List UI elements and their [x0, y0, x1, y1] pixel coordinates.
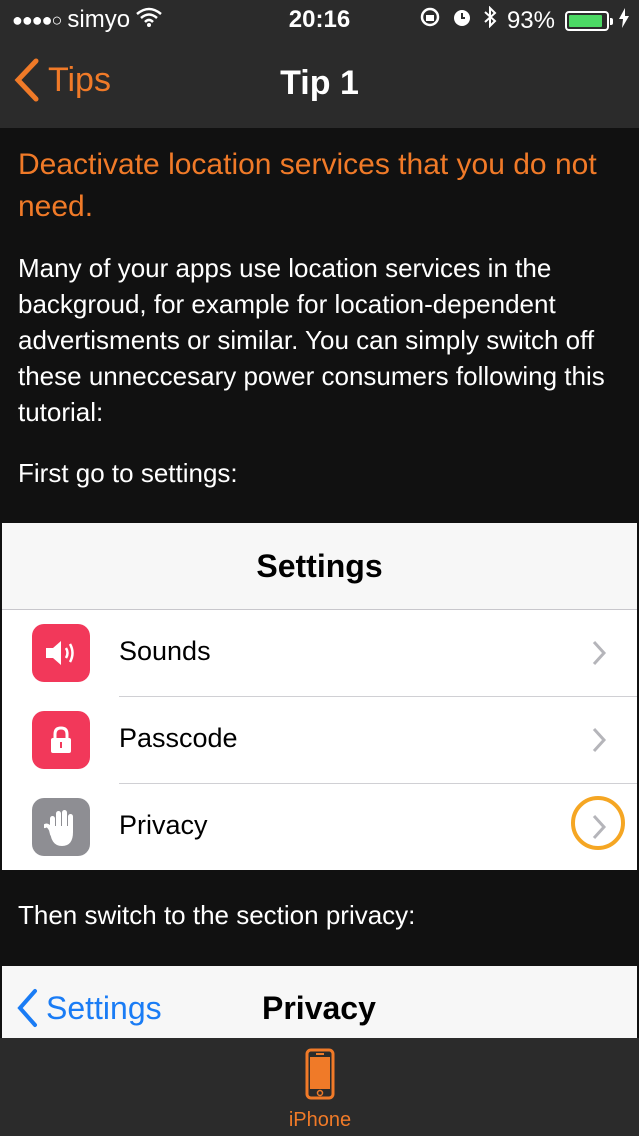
iphone-icon [305, 1048, 335, 1100]
charging-icon [619, 7, 629, 35]
rotation-lock-icon [419, 6, 441, 35]
settings-screenshot: Settings Sounds Passcode Privacy [2, 523, 637, 870]
chevron-left-icon [17, 989, 37, 1027]
battery-percent: 93% [506, 6, 555, 34]
settings-header: Settings [2, 523, 637, 610]
battery-fill [569, 14, 603, 27]
tab-bar: iPhone [0, 1038, 639, 1136]
step-first-go-to-settings: First go to settings: [18, 458, 238, 488]
settings-row-sounds: Sounds [2, 610, 637, 697]
alarm-icon [451, 6, 473, 35]
settings-row-privacy: Privacy [2, 784, 637, 871]
top-bar: ●●●●○ simyo 20:16 93% Tips Tip 1 [0, 0, 639, 128]
hand-icon [32, 798, 90, 856]
chevron-right-icon [592, 814, 607, 840]
privacy-back-label: Settings [46, 989, 162, 1026]
step-switch-to-privacy: Then switch to the section privacy: [18, 900, 416, 930]
chevron-right-icon [592, 640, 607, 666]
page-title: Tip 1 [280, 64, 359, 102]
settings-row-passcode: Passcode [2, 697, 637, 784]
chevron-right-icon [592, 727, 607, 753]
settings-row-label: Sounds [119, 636, 211, 666]
lock-icon [32, 711, 90, 769]
speaker-icon [32, 624, 90, 682]
battery-icon [565, 10, 613, 31]
bluetooth-icon [483, 5, 497, 35]
privacy-screenshot: Settings Privacy [2, 966, 637, 1038]
settings-row-label: Passcode [119, 723, 238, 753]
status-right: 93% [419, 5, 629, 35]
tip-headline: Deactivate location services that you do… [18, 148, 597, 223]
settings-row-label: Privacy [119, 810, 208, 840]
navigation-bar: Tips Tip 1 [0, 40, 639, 128]
status-bar: ●●●●○ simyo 20:16 93% [0, 0, 639, 40]
tip-paragraph: Many of your apps use location services … [18, 253, 605, 427]
privacy-back-link: Settings [16, 988, 162, 1028]
tab-label: iPhone [288, 1109, 352, 1131]
tab-iphone[interactable]: iPhone [280, 1048, 360, 1132]
privacy-title: Privacy [262, 990, 376, 1026]
